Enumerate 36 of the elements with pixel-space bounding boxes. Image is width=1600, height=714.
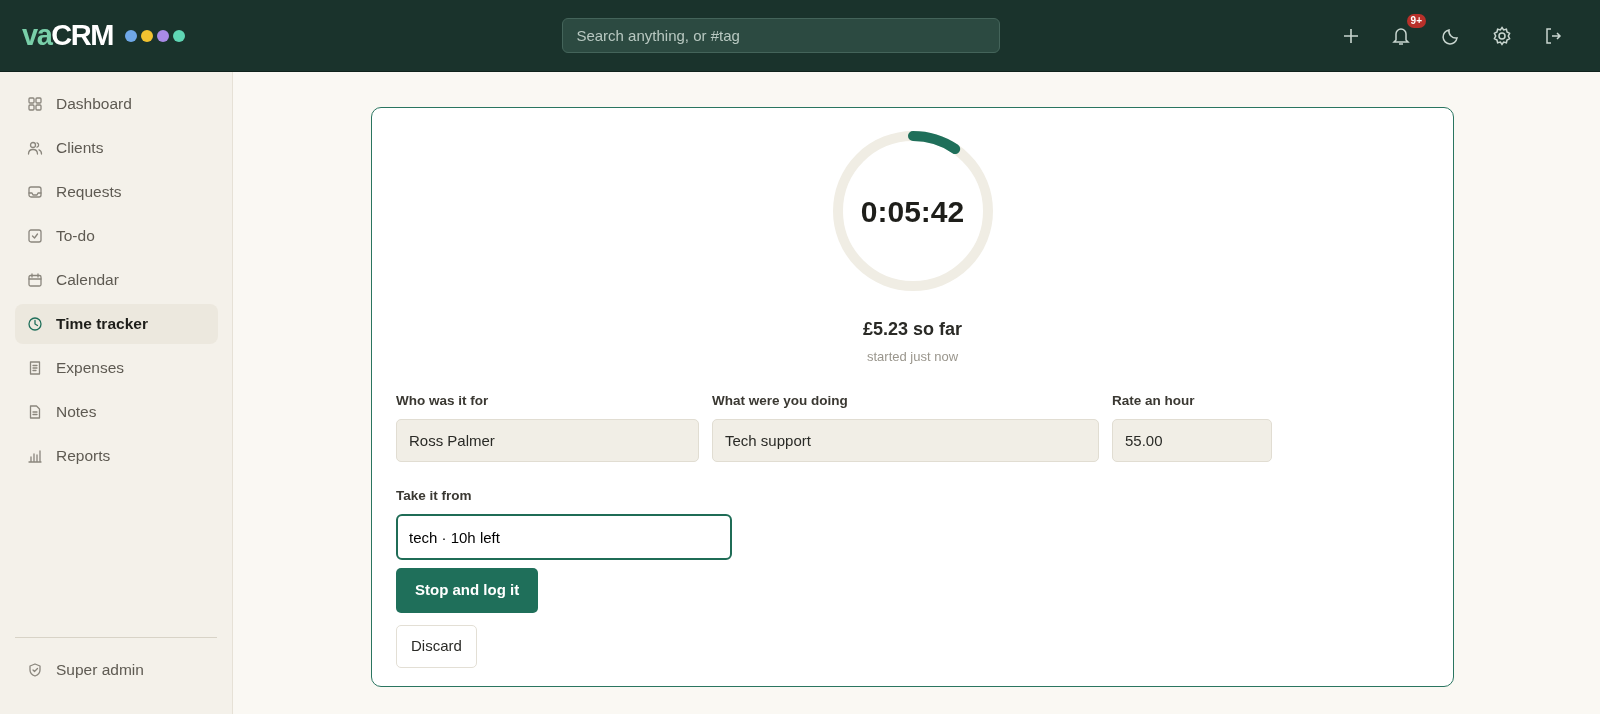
text-field[interactable]: Tech support bbox=[712, 418, 1099, 462]
field-label: Who was it for bbox=[396, 391, 490, 410]
sidebar-item[interactable]: Super admin bbox=[15, 650, 218, 690]
search-field[interactable]: Search anything, or #tag bbox=[562, 18, 1001, 53]
sidebar-item[interactable]: Time tracker bbox=[15, 304, 218, 344]
field-label: Rate an hour bbox=[1112, 391, 1196, 410]
sidebar-item[interactable]: To-do bbox=[15, 216, 218, 256]
field-label: Take it from bbox=[396, 486, 473, 505]
calendar-icon bbox=[27, 272, 43, 288]
earned-amount: £5.23 so far bbox=[862, 318, 963, 341]
people-icon bbox=[27, 140, 43, 156]
clock-icon bbox=[27, 316, 43, 332]
sidebar-item[interactable]: Notes bbox=[15, 392, 218, 432]
text-field[interactable]: Ross Palmer bbox=[396, 418, 699, 462]
field-label: What were you doing bbox=[712, 391, 849, 410]
source-field[interactable]: tech · 10h left bbox=[396, 514, 732, 560]
sidebar-item[interactable]: Clients bbox=[15, 128, 218, 168]
sidebar-item[interactable]: Reports bbox=[15, 436, 218, 476]
text-field[interactable]: 55.00 bbox=[1112, 418, 1272, 462]
bar-chart-icon bbox=[27, 448, 43, 464]
started-text: started just now bbox=[866, 348, 958, 366]
sidebar-item[interactable]: Calendar bbox=[15, 260, 218, 300]
grid-icon bbox=[27, 96, 43, 112]
logo-text: vaCRM bbox=[22, 21, 113, 50]
sidebar-item[interactable]: Requests bbox=[15, 172, 218, 212]
discard-button[interactable]: Discard bbox=[396, 625, 477, 668]
sidebar-item[interactable]: Expenses bbox=[15, 348, 218, 388]
checkbox-icon bbox=[27, 228, 43, 244]
notification-badge: 9+ bbox=[1406, 13, 1426, 28]
inbox-icon bbox=[27, 184, 43, 200]
document-icon bbox=[27, 404, 43, 420]
receipt-icon bbox=[27, 360, 43, 376]
sidebar-item[interactable]: Dashboard bbox=[15, 84, 218, 124]
elapsed-time: 0:05:42 bbox=[860, 193, 965, 230]
stop-button[interactable]: Stop and log it bbox=[396, 568, 539, 613]
shield-icon bbox=[27, 662, 43, 678]
